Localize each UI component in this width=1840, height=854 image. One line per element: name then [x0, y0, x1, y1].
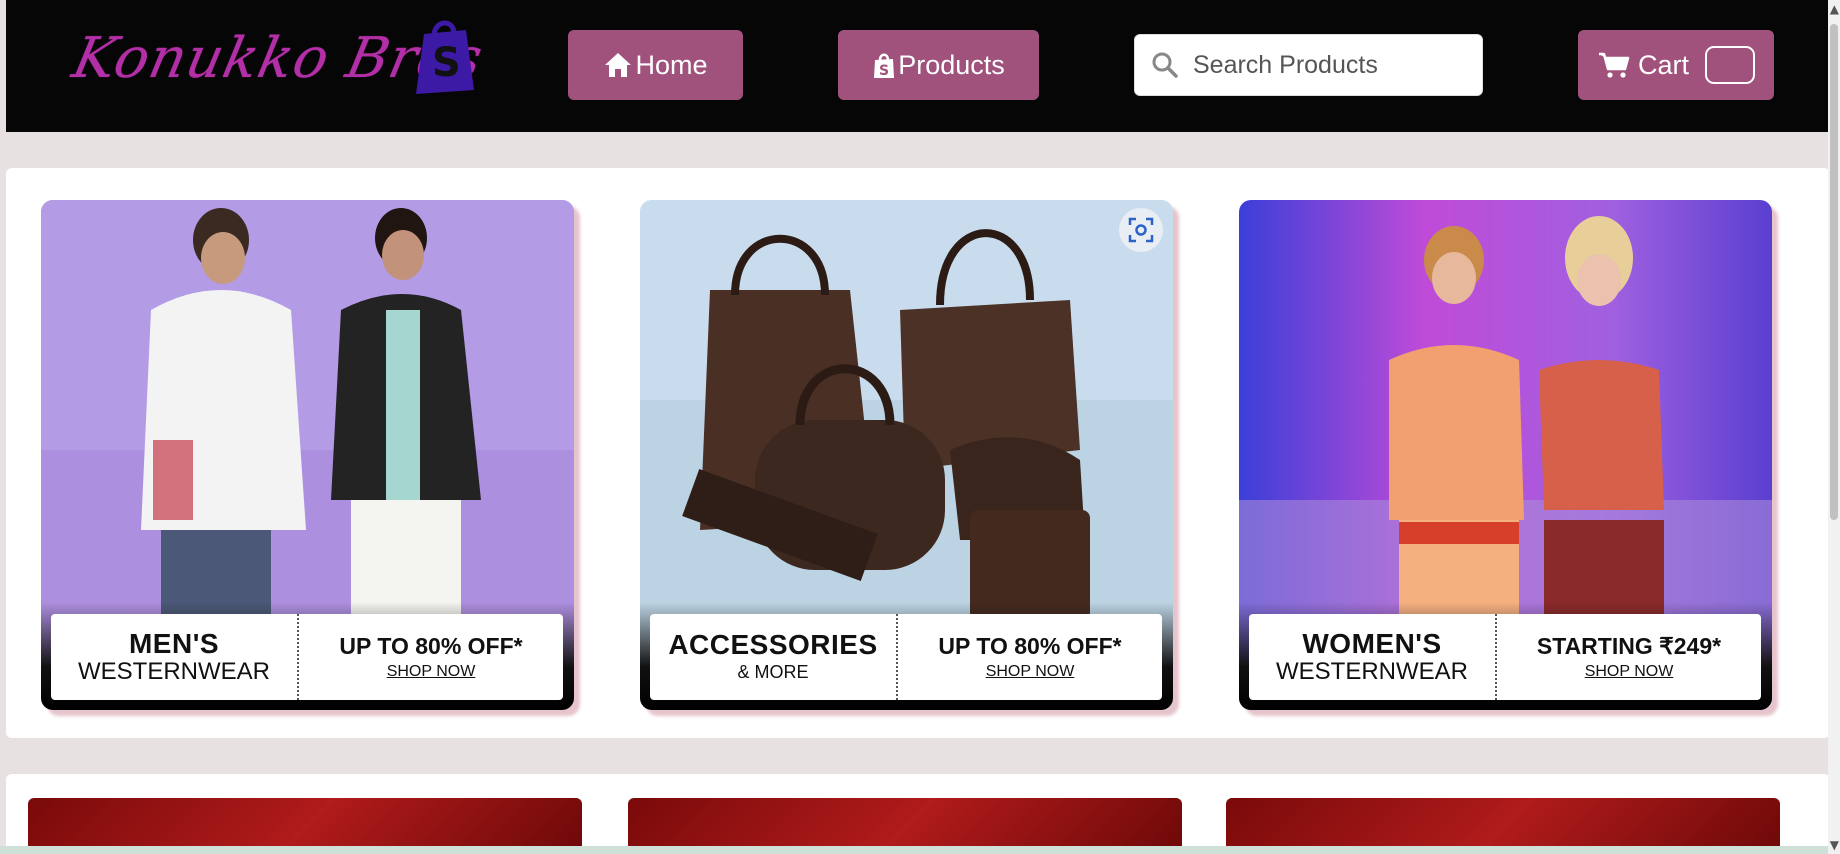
home-button[interactable]: Home	[568, 30, 743, 100]
banner-offer: UP TO 80% OFF*	[938, 633, 1122, 659]
shopping-bag-icon: S	[874, 53, 895, 79]
scroll-down-arrow-icon[interactable]: ▼	[1830, 838, 1839, 852]
banner-label: MEN'S WESTERNWEAR UP TO 80% OFF* SHOP NO…	[51, 614, 563, 700]
banner-offer-block: STARTING ₹249* SHOP NOW	[1497, 614, 1761, 700]
visual-search-icon[interactable]	[1119, 208, 1163, 252]
shop-now-link[interactable]: SHOP NOW	[986, 661, 1075, 683]
shop-now-link[interactable]: SHOP NOW	[1585, 661, 1674, 683]
search-bar[interactable]	[1134, 34, 1483, 96]
search-input[interactable]	[1193, 50, 1473, 80]
brand-logo[interactable]: Konukko Bros S	[67, 14, 489, 100]
banner-carousel: MEN'S WESTERNWEAR UP TO 80% OFF* SHOP NO…	[6, 168, 1830, 738]
banner-label: WOMEN'S WESTERNWEAR STARTING ₹249* SHOP …	[1249, 614, 1761, 700]
banner-label: ACCESSORIES & MORE UP TO 80% OFF* SHOP N…	[650, 614, 1162, 700]
banner-accessories[interactable]: ACCESSORIES & MORE UP TO 80% OFF* SHOP N…	[640, 200, 1173, 710]
cart-button[interactable]: Cart	[1578, 30, 1774, 100]
scroll-up-arrow-icon[interactable]: ▲	[1830, 2, 1839, 16]
products-button[interactable]: S Products	[838, 30, 1039, 100]
secondary-banner-row	[6, 774, 1830, 854]
vertical-scrollbar[interactable]: ▲ ▼	[1828, 0, 1840, 854]
svg-text:S: S	[879, 63, 889, 79]
banner-subtitle: WESTERNWEAR	[78, 658, 270, 685]
home-icon	[605, 53, 632, 77]
banner-offer-block: UP TO 80% OFF* SHOP NOW	[898, 614, 1162, 700]
home-button-label: Home	[635, 49, 708, 80]
page: Konukko Bros S Home S Products Search Pr…	[0, 0, 1840, 854]
banner-title-block: ACCESSORIES & MORE	[650, 614, 898, 700]
banner-womens-westernwear[interactable]: WOMEN'S WESTERNWEAR STARTING ₹249* SHOP …	[1239, 200, 1772, 710]
banner-subtitle: & MORE	[737, 662, 809, 682]
banner-title-block: MEN'S WESTERNWEAR	[51, 614, 299, 700]
banner-mens-westernwear[interactable]: MEN'S WESTERNWEAR UP TO 80% OFF* SHOP NO…	[41, 200, 574, 710]
scrollbar-thumb[interactable]	[1830, 24, 1838, 520]
cart-count-badge	[1705, 46, 1756, 84]
shop-now-link[interactable]: SHOP NOW	[387, 661, 476, 683]
banner-subtitle: WESTERNWEAR	[1276, 658, 1468, 685]
search-icon[interactable]	[1151, 51, 1179, 79]
shopify-bag-icon: S	[416, 20, 474, 94]
svg-text:S: S	[432, 40, 461, 86]
window-bottom-edge	[0, 846, 1840, 854]
banner-title: ACCESSORIES	[668, 629, 878, 660]
banner-offer: STARTING ₹249*	[1536, 633, 1722, 659]
banner-title-block: WOMEN'S WESTERNWEAR	[1249, 614, 1497, 700]
products-button-label: Products	[898, 49, 1005, 80]
banner-offer: UP TO 80% OFF*	[339, 633, 523, 659]
cart-icon	[1599, 52, 1630, 78]
banner-offer-block: UP TO 80% OFF* SHOP NOW	[299, 614, 563, 700]
top-navbar: Konukko Bros S Home S Products Search Pr…	[6, 0, 1830, 132]
cart-label: Cart	[1638, 49, 1690, 80]
banner-title: MEN'S	[128, 628, 220, 659]
banner-title: WOMEN'S	[1302, 628, 1442, 659]
